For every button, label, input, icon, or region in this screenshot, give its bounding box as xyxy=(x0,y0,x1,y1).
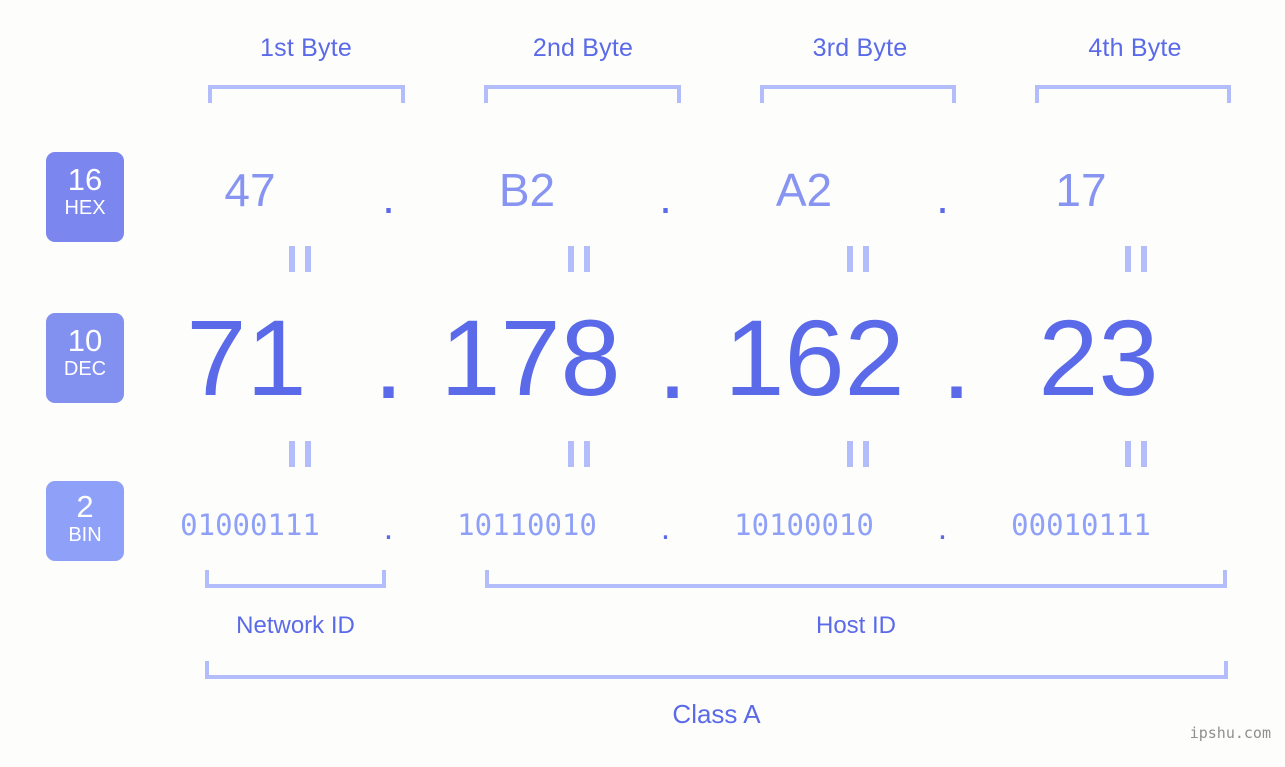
base-badge-hex: 16 HEX xyxy=(46,152,124,242)
hex-octet-3: A2 xyxy=(775,164,833,216)
bin-separator-1: . xyxy=(383,509,394,547)
bin-octet-1: 01000111 xyxy=(180,508,320,542)
dec-octet-2: 178 xyxy=(440,297,621,418)
equals-icon-hex-dec-4 xyxy=(1125,246,1147,272)
bin-separator-3: . xyxy=(937,509,948,547)
bin-octet-2: 10110010 xyxy=(457,508,597,542)
byte-bracket-3 xyxy=(760,85,956,103)
base-badge-bin: 2 BIN xyxy=(46,481,124,561)
bin-value-row: 01000111 . 10110010 . 10100010 . 0001011… xyxy=(150,495,1240,555)
host-id-label: Host ID xyxy=(815,612,896,639)
network-id-bracket xyxy=(205,570,386,588)
hex-value-row: 47 . B2 . A2 . 17 xyxy=(150,155,1240,225)
byte-bracket-1 xyxy=(208,85,405,103)
dec-octet-4: 23 xyxy=(1038,297,1159,418)
host-id-bracket xyxy=(485,570,1227,588)
base-badge-dec: 10 DEC xyxy=(46,313,124,403)
byte-heading-2: 2nd Byte xyxy=(532,34,634,62)
base-badge-hex-number: 16 xyxy=(67,162,103,197)
dec-octet-1: 71 xyxy=(186,297,307,418)
bin-octet-3: 10100010 xyxy=(734,508,874,542)
hex-octet-2: B2 xyxy=(498,164,556,216)
base-badge-bin-abbr: BIN xyxy=(68,524,102,546)
equals-icon-hex-dec-1 xyxy=(289,246,311,272)
base-badge-dec-number: 10 xyxy=(67,323,103,358)
byte-bracket-2 xyxy=(484,85,681,103)
class-label: Class A xyxy=(672,699,761,729)
bin-separator-2: . xyxy=(660,509,671,547)
equals-icon-dec-bin-2 xyxy=(568,441,590,467)
ip-address-breakdown-diagram: 1st Byte 2nd Byte 3rd Byte 4th Byte 16 H… xyxy=(0,0,1285,767)
byte-heading-1: 1st Byte xyxy=(260,34,352,62)
class-bracket xyxy=(205,661,1228,679)
bin-octet-4: 00010111 xyxy=(1011,508,1151,542)
dec-separator-2: . xyxy=(657,300,688,421)
base-badge-bin-number: 2 xyxy=(76,489,94,524)
hex-octet-1: 47 xyxy=(224,164,276,216)
byte-bracket-4 xyxy=(1035,85,1231,103)
hex-separator-1: . xyxy=(382,171,395,223)
hex-octet-4: 17 xyxy=(1055,164,1107,216)
network-id-label: Network ID xyxy=(236,612,355,639)
base-badge-dec-abbr: DEC xyxy=(63,358,107,380)
byte-heading-4: 4th Byte xyxy=(1088,34,1182,62)
base-badge-hex-abbr: HEX xyxy=(64,197,106,219)
equals-icon-dec-bin-1 xyxy=(289,441,311,467)
dec-value-row: 71 . 178 . 162 . 23 xyxy=(150,293,1240,423)
equals-icon-hex-dec-2 xyxy=(568,246,590,272)
hex-separator-3: . xyxy=(936,171,949,223)
hex-separator-2: . xyxy=(659,171,672,223)
dec-separator-3: . xyxy=(941,300,972,421)
dec-separator-1: . xyxy=(373,300,404,421)
watermark: ipshu.com xyxy=(1189,724,1271,742)
byte-heading-3: 3rd Byte xyxy=(812,34,908,62)
equals-icon-dec-bin-4 xyxy=(1125,441,1147,467)
equals-icon-dec-bin-3 xyxy=(847,441,869,467)
equals-icon-hex-dec-3 xyxy=(847,246,869,272)
dec-octet-3: 162 xyxy=(724,297,905,418)
